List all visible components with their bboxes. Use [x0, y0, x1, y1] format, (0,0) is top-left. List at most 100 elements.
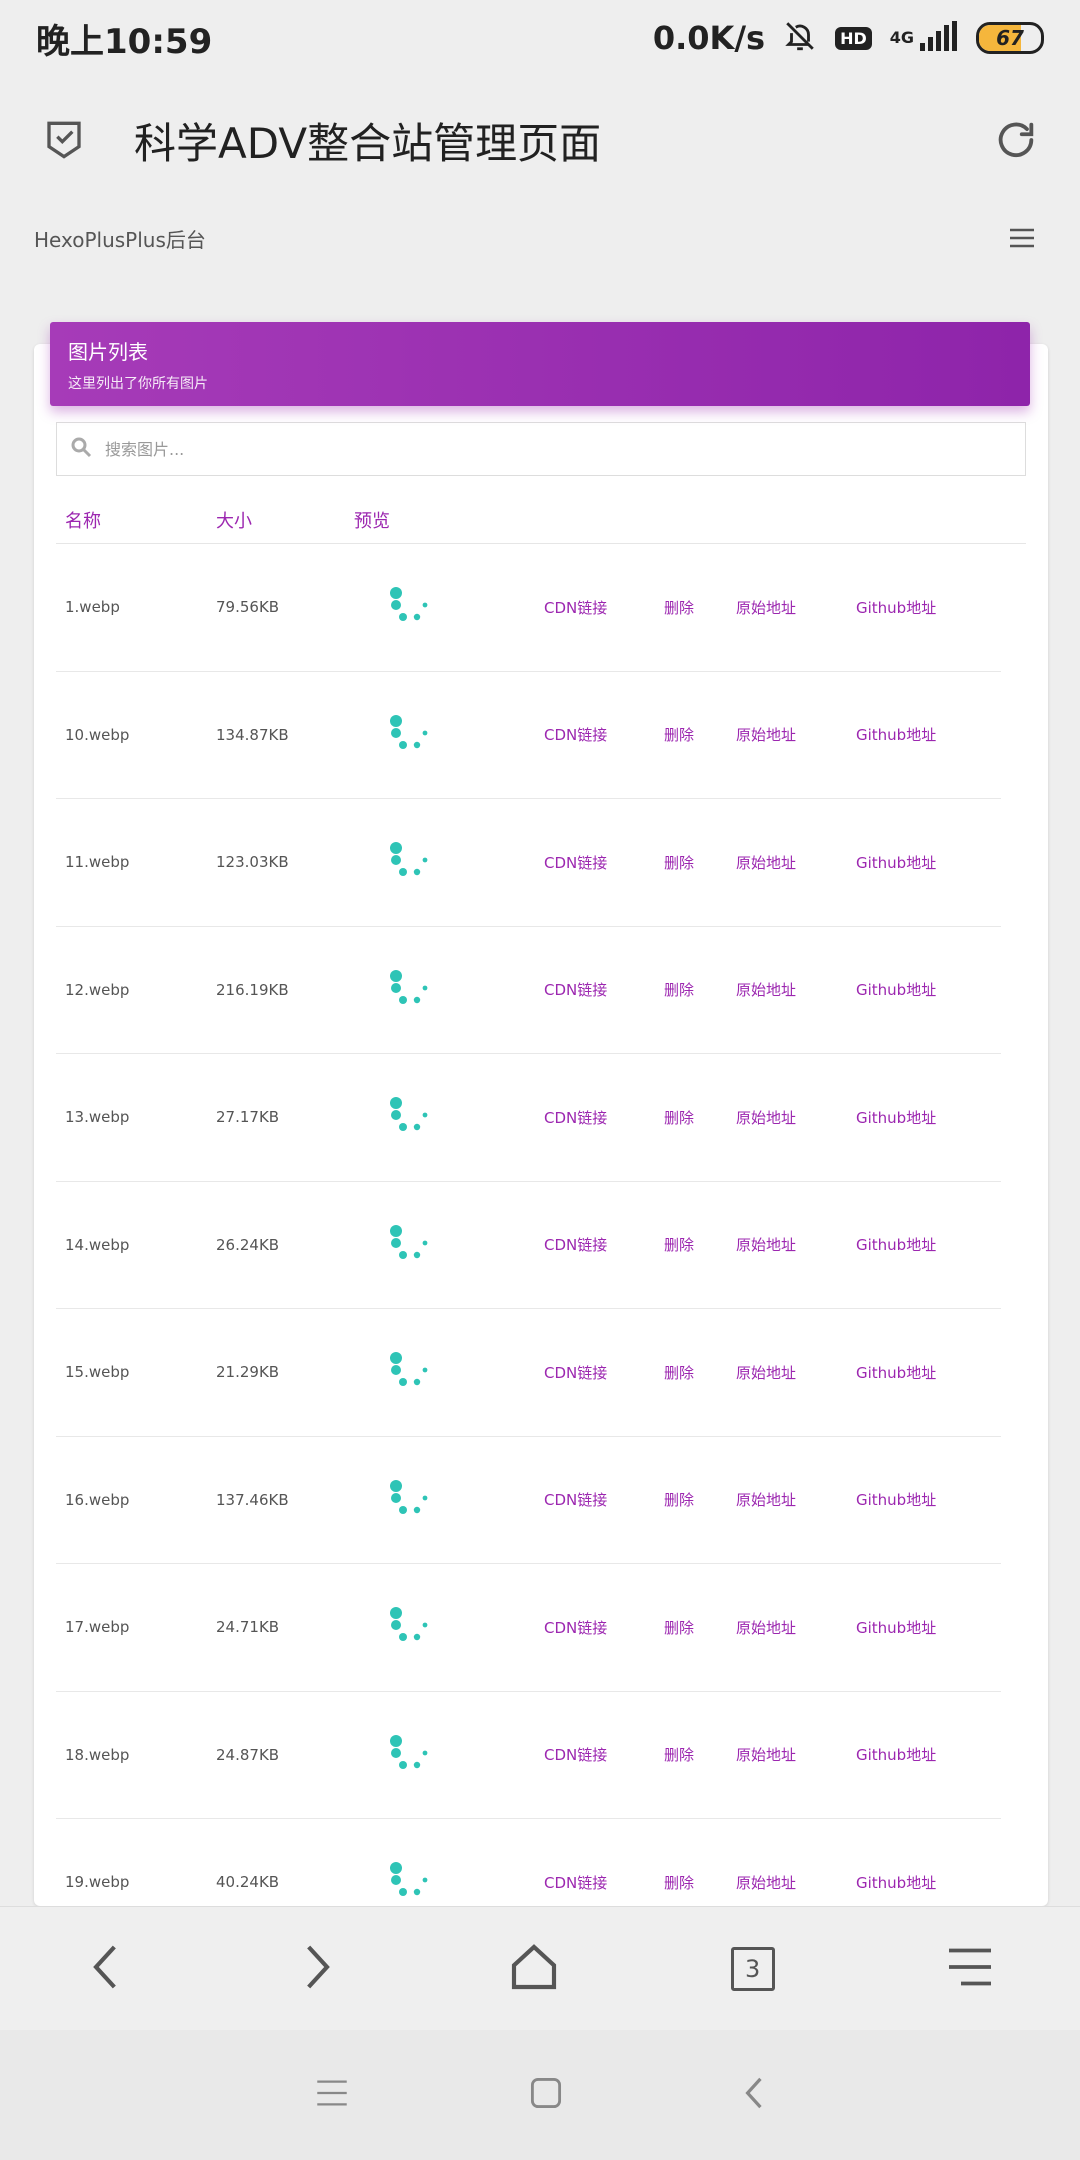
- back-icon[interactable]: [86, 1942, 126, 1996]
- github-link[interactable]: Github地址: [856, 1872, 976, 1893]
- system-nav-bar: [0, 2030, 1080, 2160]
- shield-check-icon[interactable]: [40, 116, 88, 164]
- hd-badge: HD: [835, 26, 872, 50]
- delete-link[interactable]: 删除: [664, 852, 736, 873]
- original-link[interactable]: 原始地址: [736, 1744, 856, 1765]
- delete-link[interactable]: 删除: [664, 1872, 736, 1893]
- home-nav-icon[interactable]: [529, 2076, 563, 2114]
- delete-link[interactable]: 删除: [664, 1362, 736, 1383]
- cdn-link[interactable]: CDN链接: [544, 852, 664, 873]
- loading-spinner-icon: [354, 1601, 544, 1653]
- github-link[interactable]: Github地址: [856, 1234, 976, 1255]
- image-name: 15.webp: [65, 1363, 130, 1382]
- github-link[interactable]: Github地址: [856, 1362, 976, 1383]
- cdn-link[interactable]: CDN链接: [544, 1489, 664, 1510]
- recent-apps-icon[interactable]: [315, 2078, 349, 2112]
- header-size: 大小: [216, 510, 252, 532]
- refresh-icon[interactable]: [992, 116, 1040, 164]
- battery-level: 67: [996, 26, 1024, 50]
- original-link[interactable]: 原始地址: [736, 1362, 856, 1383]
- card-subtitle: 这里列出了你所有图片: [68, 376, 208, 392]
- header-preview: 预览: [354, 510, 390, 532]
- image-name: 12.webp: [65, 980, 130, 999]
- delete-link[interactable]: 删除: [664, 979, 736, 1000]
- cdn-link[interactable]: CDN链接: [544, 1362, 664, 1383]
- original-link[interactable]: 原始地址: [736, 597, 856, 618]
- status-time: 晚上10:59: [36, 21, 213, 62]
- original-link[interactable]: 原始地址: [736, 1489, 856, 1510]
- table-row: 19.webp 40.24KB CDN链接 删除 原始地址 Github地址: [56, 1819, 1001, 1906]
- cdn-link[interactable]: CDN链接: [544, 724, 664, 745]
- card-title: 图片列表: [68, 340, 148, 364]
- image-name: 10.webp: [65, 725, 130, 744]
- table-row: 15.webp 21.29KB CDN链接 删除 原始地址 Github地址: [56, 1309, 1001, 1437]
- cellular-indicator: 4G: [890, 21, 958, 55]
- cdn-link[interactable]: CDN链接: [544, 1234, 664, 1255]
- image-size: 27.17KB: [216, 1108, 280, 1127]
- original-link[interactable]: 原始地址: [736, 1617, 856, 1638]
- loading-spinner-icon: [354, 1856, 544, 1906]
- image-size: 24.71KB: [216, 1618, 280, 1637]
- table-header: 名称 大小 预览: [56, 496, 1026, 544]
- forward-icon[interactable]: [297, 1942, 337, 1996]
- loading-spinner-icon: [354, 1474, 544, 1526]
- delete-link[interactable]: 删除: [664, 1107, 736, 1128]
- cdn-link[interactable]: CDN链接: [544, 1617, 664, 1638]
- menu-icon[interactable]: [998, 214, 1046, 262]
- original-link[interactable]: 原始地址: [736, 1872, 856, 1893]
- github-link[interactable]: Github地址: [856, 1107, 976, 1128]
- search-box[interactable]: [56, 422, 1026, 476]
- table-row: 16.webp 137.46KB CDN链接 删除 原始地址 Github地址: [56, 1437, 1001, 1564]
- github-link[interactable]: Github地址: [856, 852, 976, 873]
- table-body: 1.webp 79.56KB CDN链接 删除 原始地址 Github地址 10…: [56, 544, 1001, 1906]
- image-list-card: 名称 大小 预览 1.webp 79.56KB CDN链接 删除 原始地址 Gi…: [34, 344, 1048, 1906]
- original-link[interactable]: 原始地址: [736, 852, 856, 873]
- image-size: 24.87KB: [216, 1745, 280, 1764]
- original-link[interactable]: 原始地址: [736, 979, 856, 1000]
- image-size: 134.87KB: [216, 725, 289, 744]
- table-row: 11.webp 123.03KB CDN链接 删除 原始地址 Github地址: [56, 799, 1001, 927]
- github-link[interactable]: Github地址: [856, 724, 976, 745]
- delete-link[interactable]: 删除: [664, 724, 736, 745]
- table-row: 12.webp 216.19KB CDN链接 删除 原始地址 Github地址: [56, 927, 1001, 1054]
- cdn-link[interactable]: CDN链接: [544, 597, 664, 618]
- status-indicators: 0.0K/s HD 4G 67: [653, 19, 1044, 57]
- original-link[interactable]: 原始地址: [736, 1234, 856, 1255]
- table-row: 17.webp 24.71KB CDN链接 删除 原始地址 Github地址: [56, 1564, 1001, 1692]
- loading-spinner-icon: [354, 836, 544, 888]
- loading-spinner-icon: [354, 1219, 544, 1271]
- back-nav-icon[interactable]: [743, 2075, 765, 2115]
- delete-link[interactable]: 删除: [664, 1489, 736, 1510]
- image-name: 11.webp: [65, 853, 130, 872]
- delete-link[interactable]: 删除: [664, 1744, 736, 1765]
- image-size: 216.19KB: [216, 980, 289, 999]
- image-name: 1.webp: [65, 598, 120, 617]
- original-link[interactable]: 原始地址: [736, 1107, 856, 1128]
- image-name: 13.webp: [65, 1108, 130, 1127]
- loading-spinner-icon: [354, 709, 544, 761]
- home-icon[interactable]: [509, 1942, 559, 1996]
- loading-spinner-icon: [354, 1729, 544, 1781]
- page-title: 科学ADV整合站管理页面: [134, 118, 602, 168]
- cdn-link[interactable]: CDN链接: [544, 1107, 664, 1128]
- cdn-link[interactable]: CDN链接: [544, 1872, 664, 1893]
- github-link[interactable]: Github地址: [856, 597, 976, 618]
- table-row: 10.webp 134.87KB CDN链接 删除 原始地址 Github地址: [56, 672, 1001, 799]
- image-name: 17.webp: [65, 1618, 130, 1637]
- battery-icon: 67: [976, 22, 1044, 54]
- original-link[interactable]: 原始地址: [736, 724, 856, 745]
- browser-menu-icon[interactable]: [946, 1945, 994, 1993]
- github-link[interactable]: Github地址: [856, 979, 976, 1000]
- delete-link[interactable]: 删除: [664, 1617, 736, 1638]
- cdn-link[interactable]: CDN链接: [544, 979, 664, 1000]
- github-link[interactable]: Github地址: [856, 1489, 976, 1510]
- tabs-button[interactable]: 3: [730, 1946, 775, 1991]
- delete-link[interactable]: 删除: [664, 1234, 736, 1255]
- cdn-link[interactable]: CDN链接: [544, 1744, 664, 1765]
- table-row: 13.webp 27.17KB CDN链接 删除 原始地址 Github地址: [56, 1054, 1001, 1182]
- delete-link[interactable]: 删除: [664, 597, 736, 618]
- search-input[interactable]: [105, 439, 1013, 459]
- github-link[interactable]: Github地址: [856, 1744, 976, 1765]
- github-link[interactable]: Github地址: [856, 1617, 976, 1638]
- table-row: 14.webp 26.24KB CDN链接 删除 原始地址 Github地址: [56, 1182, 1001, 1309]
